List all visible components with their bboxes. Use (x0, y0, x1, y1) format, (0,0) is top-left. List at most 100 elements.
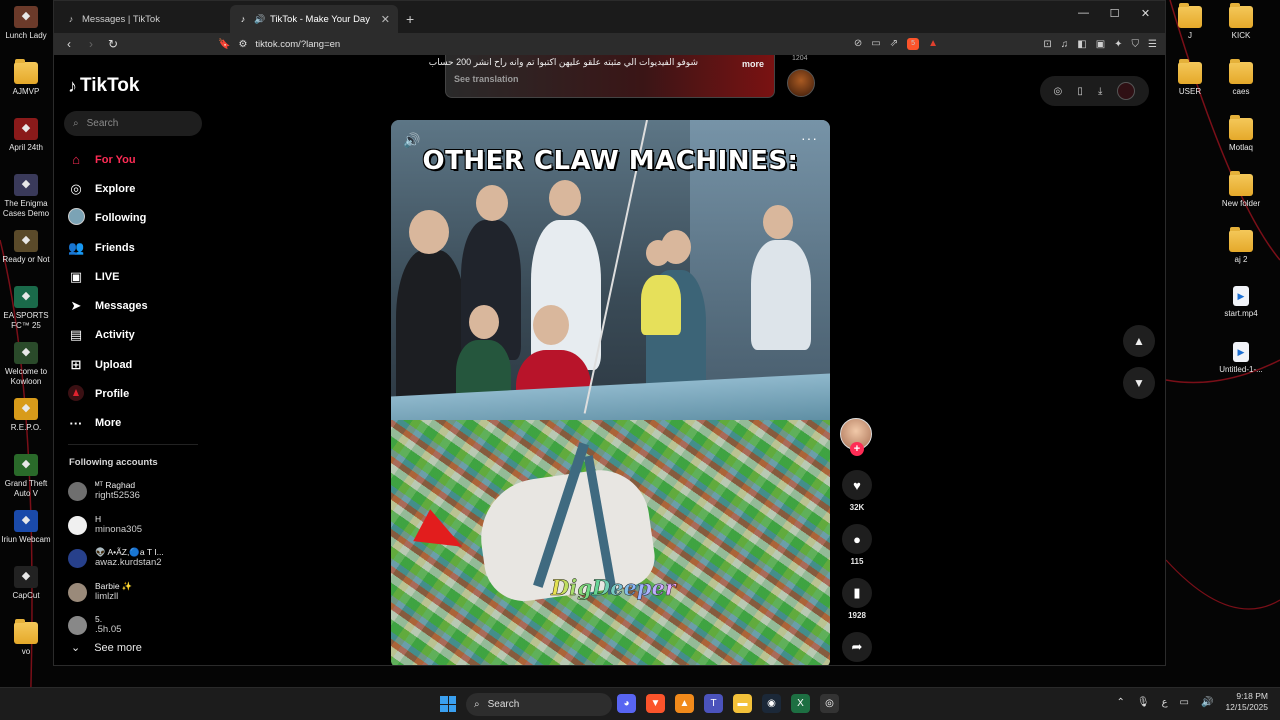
desktop-icon[interactable]: USER (1162, 59, 1218, 97)
see-translation-link[interactable]: See translation (454, 74, 519, 84)
nav-item-for-you[interactable]: ⌂ For You (68, 145, 148, 174)
reload-button[interactable]: ↻ (106, 37, 120, 51)
following-account[interactable]: Hminona305 (68, 509, 164, 543)
heart-icon[interactable]: ♥ (842, 470, 872, 500)
profile-avatar[interactable] (1117, 82, 1136, 100)
share-icon[interactable]: ⇗ (890, 38, 898, 50)
nav-item-friends[interactable]: 👥 Friends (68, 233, 148, 262)
music-icon[interactable]: ♫ (1061, 39, 1069, 50)
following-account[interactable]: 👽 A•ÃZ,🔵a T I... awaz.kurdstan2 (68, 542, 164, 576)
discord-icon[interactable]: ◕ (617, 694, 636, 713)
more-options-icon[interactable]: ··· (801, 130, 818, 146)
nav-item-upload[interactable]: ⊞ Upload (68, 350, 148, 379)
vlc-icon[interactable]: ▲ (675, 694, 694, 713)
tiktok-logo[interactable]: ♪ TikTok (68, 75, 139, 97)
brave-rewards-icon[interactable]: ▲ (928, 38, 938, 50)
nav-item-following[interactable]: Following (68, 204, 148, 233)
new-tab-button[interactable]: + (398, 11, 422, 33)
cast-icon[interactable]: ▭ (871, 38, 880, 50)
sidebar-toggle-icon[interactable]: ◧ (1077, 39, 1086, 50)
speaker-icon[interactable]: 🔊 (254, 14, 265, 24)
nav-item-profile[interactable]: Profile (68, 379, 148, 408)
follow-plus-icon[interactable]: + (850, 442, 864, 456)
maximize-button[interactable]: ☐ (1099, 7, 1130, 20)
leo-icon[interactable]: ⊡ (1043, 39, 1051, 50)
brave-shield-icon[interactable]: 5 (907, 38, 920, 50)
nav-item-messages[interactable]: ➤ Messages (68, 291, 148, 320)
forward-button[interactable]: › (84, 37, 98, 51)
volume-icon[interactable]: 🔊 (1201, 697, 1213, 708)
video-player[interactable]: OTHER CLAW MACHINES: DigDeeper 🔊 ··· (391, 120, 830, 665)
share-arrow-icon[interactable]: ➦ (842, 632, 872, 662)
phone-icon[interactable]: ▯ (1077, 86, 1083, 97)
clock[interactable]: 9:18 PM 12/15/2025 (1225, 691, 1268, 714)
minimize-button[interactable]: — (1068, 7, 1099, 20)
tray-expand-icon[interactable]: ⌃ (1116, 697, 1124, 708)
close-tab-icon[interactable]: ✕ (381, 13, 390, 26)
back-button[interactable]: ‹ (62, 37, 76, 51)
desktop-icon[interactable]: J (1162, 3, 1218, 41)
desktop-icon[interactable]: ◆ R.E.P.O. (0, 398, 54, 433)
windows-start-button[interactable] (440, 696, 456, 712)
creator-avatar[interactable]: + (840, 418, 872, 456)
url-text[interactable]: tiktok.com/?lang=en (255, 39, 845, 50)
desktop-icon[interactable]: vo (0, 619, 54, 657)
following-account[interactable]: 5. .5h.05 (68, 609, 164, 643)
desktop-icon[interactable]: ▶ start.mp4 (1213, 286, 1269, 319)
microphone-icon[interactable]: 🎙 (1137, 697, 1150, 708)
desktop-icon[interactable]: ◆ CapCut (0, 566, 54, 601)
excel-icon[interactable]: X (791, 694, 810, 713)
wallet-icon[interactable]: ▣ (1096, 39, 1105, 50)
nav-item-live[interactable]: ▣ LIVE (68, 262, 148, 291)
desktop-icon[interactable]: ▶ Untitled-1-... (1213, 342, 1269, 375)
site-settings-icon[interactable]: ⚙ (238, 39, 247, 50)
desktop-icon[interactable]: ◆ Grand Theft Auto V (0, 454, 54, 498)
desktop-icon[interactable]: caes (1213, 59, 1269, 97)
search-input[interactable]: ⌕ Search (64, 111, 202, 136)
menu-icon[interactable]: ☰ (1148, 39, 1157, 50)
close-window-button[interactable]: ✕ (1130, 7, 1161, 20)
bookmark-icon[interactable]: ▮ (842, 578, 872, 608)
desktop-icon[interactable]: KICK (1213, 3, 1269, 41)
comment-action[interactable]: ● 115 (840, 524, 874, 566)
share-action[interactable]: ➦ 644 (840, 632, 874, 665)
desktop-icon[interactable]: ◆ EA SPORTS FC™ 25 (0, 286, 54, 330)
chrome-icon[interactable]: ◎ (820, 694, 839, 713)
volume-icon[interactable]: 🔊 (403, 132, 420, 149)
comment-icon[interactable]: ● (842, 524, 872, 554)
nav-item-more[interactable]: ··· More (68, 409, 148, 438)
desktop-icon[interactable]: New folder (1213, 171, 1269, 209)
file-explorer-icon[interactable]: ▬ (733, 694, 752, 713)
desktop-icon[interactable]: ◆ Iriun Webcam (0, 510, 54, 545)
following-account[interactable]: ᴹᵀ Raghad right52536 (68, 475, 164, 509)
teams-icon[interactable]: T (704, 694, 723, 713)
tab-tiktok-home[interactable]: ♪ 🔊 TikTok - Make Your Day ✕ (230, 5, 398, 33)
address-bar[interactable]: 🔖 ⚙ tiktok.com/?lang=en ⊘ ▭ ⇗ 5 ▲ (218, 38, 938, 50)
nav-item-activity[interactable]: ▤ Activity (68, 321, 148, 350)
tab-messages[interactable]: ♪ Messages | TikTok (58, 5, 226, 33)
keyboard-language-icon[interactable]: ع (1162, 697, 1168, 708)
brave-icon[interactable]: ▼ (646, 694, 665, 713)
desktop-icon[interactable]: ◆ Ready or Not (0, 230, 54, 265)
taskbar-search-input[interactable]: ⌕ Search (466, 693, 612, 716)
see-more-button[interactable]: ⌄ See more (71, 641, 142, 655)
vpn-icon[interactable]: ⛉ (1132, 39, 1140, 50)
desktop-icon[interactable]: ◆ Lunch Lady (0, 6, 54, 41)
ai-icon[interactable]: ✦ (1114, 39, 1122, 50)
media-blocked-icon[interactable]: ⊘ (854, 38, 862, 50)
compass-icon[interactable]: ◎ (1054, 86, 1063, 97)
caption-more-link[interactable]: more (742, 59, 764, 69)
steam-icon[interactable]: ◉ (762, 694, 781, 713)
bookmark-icon[interactable]: 🔖 (218, 39, 230, 50)
desktop-icon[interactable]: Motlaq (1213, 115, 1269, 153)
scroll-up-button[interactable]: ▲ (1123, 325, 1155, 357)
desktop-icon[interactable]: AJMVP (0, 59, 54, 97)
desktop-icon[interactable]: ◆ Welcome to Kowloon (0, 342, 54, 386)
like-action[interactable]: ♥ 32K (840, 470, 874, 512)
save-action[interactable]: ▮ 1928 (840, 578, 874, 620)
following-account[interactable]: Barbie ✨ limlzll (68, 576, 164, 610)
desktop-icon[interactable]: ◆ The Enigma Cases Demo (0, 174, 54, 218)
desktop-icon[interactable]: ◆ April 24th (0, 118, 54, 153)
network-icon[interactable]: ▭ (1180, 697, 1189, 708)
previous-video-avatar[interactable] (787, 69, 815, 97)
